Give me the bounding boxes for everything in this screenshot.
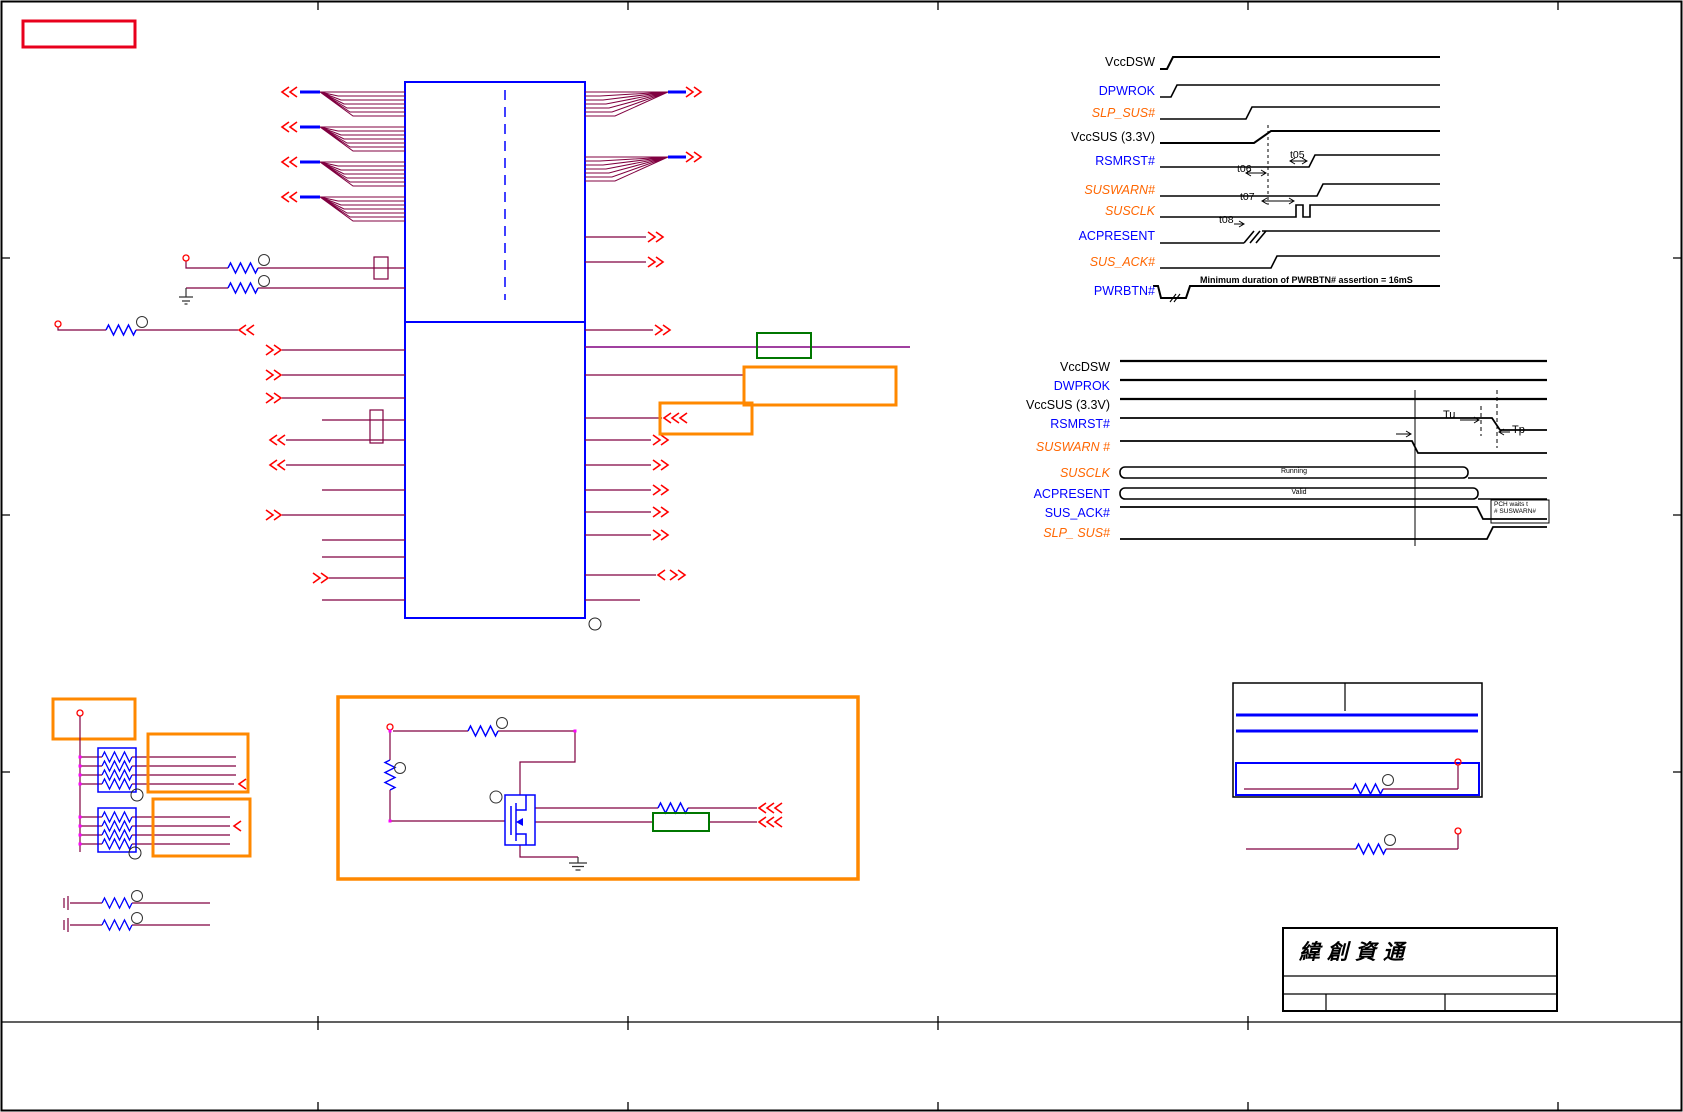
- highlight-box-orange: [742, 365, 898, 407]
- left-bus-chevron-icons: [280, 86, 298, 203]
- ground-symbol-icon: [569, 857, 587, 871]
- ground-symbol-icon: [179, 288, 193, 305]
- signal-label: ACPRESENT: [1078, 229, 1155, 243]
- resistor-symbols: [383, 724, 689, 815]
- signal-label: SUS_ACK#: [1089, 255, 1155, 269]
- mosfet-symbol: [504, 794, 536, 846]
- timing-annotation-tp: Tp: [1512, 424, 1525, 436]
- highlight-box-green: [756, 332, 812, 359]
- refdes-bubble: [131, 890, 143, 902]
- signal-label: ACPRESENT: [1033, 487, 1110, 501]
- signal-label: SUS_ACK#: [1044, 506, 1110, 520]
- pch-waits-note: PCH waits t # SUSWARN#: [1492, 501, 1550, 516]
- signal-label: VccDSW: [1060, 360, 1110, 374]
- refdes-bubble: [394, 762, 406, 774]
- resistor-symbols: [101, 750, 133, 851]
- pin-circle-icon: [182, 254, 190, 262]
- signal-label: SUSWARN#: [1084, 183, 1155, 197]
- net-bracket: [369, 409, 384, 444]
- resistor-symbols: [101, 896, 133, 932]
- timing-diagram-2-waveforms: [1119, 359, 1550, 546]
- refdes-bubble: [489, 790, 503, 804]
- signal-label: SUSCLK: [1104, 204, 1155, 218]
- timing-annotation-t06: t06: [1237, 163, 1252, 175]
- signal-label: VccSUS (3.3V): [1070, 130, 1155, 144]
- chevron-left-icon: [237, 324, 255, 336]
- ic-lower-left-pins: [265, 344, 405, 601]
- connector-block-group: [1232, 682, 1483, 856]
- ic-left-bus-bundles: [280, 86, 405, 222]
- refdes-bubble: [258, 275, 270, 287]
- signal-label: SUSCLK: [1059, 466, 1110, 480]
- refdes-bubble: [1384, 834, 1396, 846]
- ic-lower-right-pins: [585, 324, 910, 631]
- refdes-bubble: [130, 788, 144, 802]
- left-resistor-group: [54, 254, 405, 337]
- resistor-pack-group: [51, 697, 252, 932]
- highlight-box-green: [652, 812, 710, 832]
- company-name: 緯創資通: [1299, 939, 1411, 964]
- schematic-sheet: VccDSW DPWROK SLP_SUS# VccSUS (3.3V) RSM…: [0, 0, 1683, 1112]
- chevron-left-icon: [232, 778, 247, 832]
- signal-label: RSMRST#: [1050, 417, 1110, 431]
- pin-circle-icon: [54, 320, 62, 328]
- signal-label: DWPROK: [1053, 379, 1110, 393]
- highlight-box-orange: [51, 697, 137, 741]
- timing-diagram-1-waveforms: [1153, 56, 1440, 303]
- highlight-box-orange: [336, 695, 860, 881]
- refdes-bubble: [496, 717, 508, 729]
- signal-label: VccDSW: [1105, 55, 1155, 69]
- pch-note-line1: PCH waits t: [1494, 501, 1528, 508]
- pch-ic-symbol: [404, 81, 586, 619]
- signal-label: SUSWARN #: [1035, 440, 1110, 454]
- susclk-state-label: Running: [1280, 468, 1308, 475]
- resistor-symbols: [105, 261, 259, 337]
- pin-circle-icon: [1454, 827, 1462, 835]
- refdes-bubble: [588, 617, 602, 631]
- pwrbtn-duration-note: Minimum duration of PWRBTN# assertion = …: [1200, 275, 1413, 285]
- refdes-bubble: [136, 316, 148, 328]
- pin-chevron-icons: [265, 344, 330, 584]
- refdes-bubble: [131, 912, 143, 924]
- refdes-bubble: [128, 846, 142, 860]
- refdes-bubble: [1382, 774, 1394, 786]
- signal-label: RSMRST#: [1095, 154, 1155, 168]
- acpresent-state-label: Valid: [1291, 489, 1307, 496]
- ic-right-bus-bundles: [585, 86, 703, 268]
- chevron-left-icons: [757, 802, 783, 828]
- signal-label: VccSUS (3.3V): [1025, 398, 1110, 412]
- timing-annotation-t07: t07: [1240, 191, 1255, 203]
- revision-box: [21, 19, 137, 49]
- highlight-box-orange: [146, 732, 250, 794]
- signal-label: SLP_SUS#: [1091, 106, 1155, 120]
- signal-label: SLP_ SUS#: [1043, 526, 1110, 540]
- signal-label: DPWROK: [1098, 84, 1155, 98]
- signal-label: PWRBTN#: [1093, 284, 1155, 298]
- right-bus-chevron-icons: [685, 86, 703, 163]
- discharge-circuit-group: [336, 695, 860, 881]
- pch-note-line2: # SUSWARN#: [1494, 508, 1537, 516]
- pin-chevron-icons: [652, 324, 688, 581]
- refdes-bubble: [258, 254, 270, 266]
- right-pin-chevron-icons: [647, 231, 665, 268]
- pin-circle-icon: [386, 723, 394, 731]
- timing-annotation-tu: Tu: [1443, 409, 1456, 421]
- timing-annotation-t05: t05: [1290, 149, 1305, 161]
- pin-circle-icon: [76, 709, 84, 717]
- timing-annotation-t08: t08: [1219, 214, 1234, 226]
